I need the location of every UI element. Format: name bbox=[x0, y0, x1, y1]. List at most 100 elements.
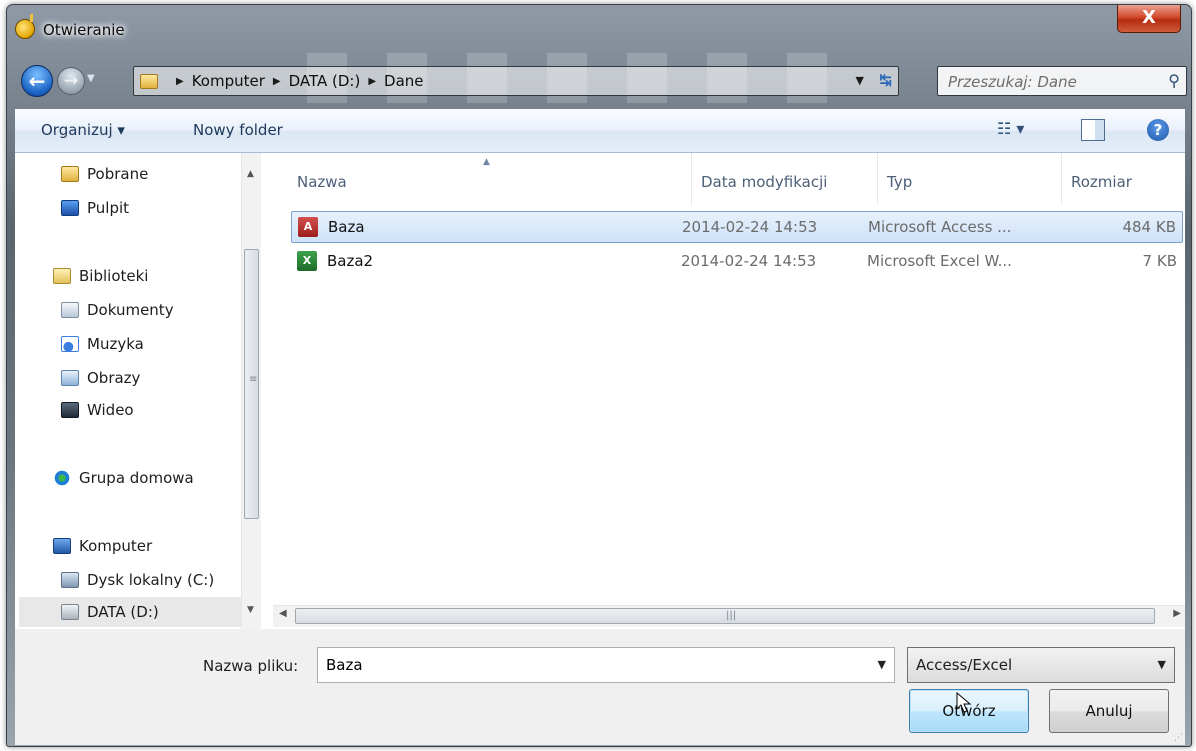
help-icon[interactable]: ? bbox=[1147, 119, 1169, 141]
search-icon[interactable]: ⚲ bbox=[1168, 71, 1180, 90]
sidebar-item-muzyka[interactable]: Muzyka bbox=[61, 335, 144, 353]
open-dialog-window: Otwieranie X ← → ▼ ▶ Komputer ▶ DATA (D:… bbox=[6, 4, 1192, 747]
forward-arrow-icon: → bbox=[63, 71, 79, 91]
back-button[interactable]: ← bbox=[21, 65, 53, 97]
filename-label: Nazwa pliku: bbox=[203, 657, 299, 675]
filename-input[interactable] bbox=[324, 655, 854, 675]
sidebar-item-biblioteki[interactable]: Biblioteki bbox=[53, 267, 148, 285]
sidebar-item-label: DATA (D:) bbox=[87, 603, 159, 621]
access-file-icon: A bbox=[298, 217, 318, 237]
app-icon bbox=[15, 14, 35, 39]
chevron-down-icon[interactable]: ▼ bbox=[878, 658, 886, 671]
sidebar-item-label: Biblioteki bbox=[79, 267, 149, 285]
chevron-right-icon[interactable]: ▶ bbox=[273, 76, 281, 87]
sidebar-item-label: Pulpit bbox=[87, 199, 130, 217]
column-size[interactable]: Rozmiar bbox=[1071, 173, 1132, 191]
column-divider[interactable] bbox=[1061, 153, 1062, 205]
file-row-baza2[interactable]: X Baza2 2014-02-24 14:53 Microsoft Excel… bbox=[291, 245, 1183, 277]
column-headers: ▲ Nazwa Data modyfikacji Typ Rozmiar bbox=[273, 153, 1185, 205]
sidebar-item-label: Pobrane bbox=[87, 165, 149, 183]
column-name[interactable]: Nazwa bbox=[297, 173, 347, 191]
title-bar[interactable]: Otwieranie X bbox=[7, 5, 1191, 51]
window-title: Otwieranie bbox=[43, 21, 125, 39]
scrollbar-thumb[interactable]: ≡ bbox=[244, 249, 259, 519]
sidebar-item-label: Komputer bbox=[79, 537, 153, 555]
computer-icon bbox=[53, 538, 71, 554]
scrollbar-thumb[interactable]: ||| bbox=[295, 608, 1155, 624]
sidebar-item-label: Muzyka bbox=[87, 335, 144, 353]
scroll-right-icon[interactable]: ▶ bbox=[1173, 608, 1181, 619]
sidebar-item-komputer[interactable]: Komputer bbox=[53, 537, 152, 555]
sidebar-item-obrazy[interactable]: Obrazy bbox=[61, 369, 140, 387]
pictures-icon bbox=[61, 370, 79, 386]
column-divider[interactable] bbox=[691, 153, 692, 205]
resize-grip-icon[interactable]: ⋰ bbox=[1174, 733, 1183, 743]
scroll-up-icon[interactable]: ▲ bbox=[247, 169, 254, 179]
forward-button[interactable]: → bbox=[57, 67, 85, 95]
local-disk-icon bbox=[61, 572, 79, 588]
search-box[interactable]: ⚲ bbox=[937, 66, 1187, 96]
documents-icon bbox=[61, 302, 79, 318]
sidebar-item-label: Dokumenty bbox=[87, 301, 174, 319]
back-arrow-icon: ← bbox=[28, 69, 46, 93]
scroll-left-icon[interactable]: ◀ bbox=[279, 608, 287, 619]
filetype-value: Access/Excel bbox=[916, 656, 1013, 674]
breadcrumb-data-d[interactable]: DATA (D:) bbox=[289, 72, 361, 90]
mouse-cursor-icon bbox=[956, 692, 972, 713]
file-name: Baza bbox=[328, 218, 365, 236]
chevron-right-icon[interactable]: ▶ bbox=[368, 76, 376, 87]
address-bar[interactable]: ▶ Komputer ▶ DATA (D:) ▶ Dane ▼ ↹ bbox=[133, 66, 899, 96]
filename-combobox[interactable]: ▼ bbox=[317, 647, 895, 683]
horizontal-scrollbar[interactable]: ◀ ||| ▶ bbox=[273, 605, 1185, 627]
navigation-scrollbar[interactable]: ▲ ≡ ▼ bbox=[241, 153, 261, 629]
address-dropdown-icon[interactable]: ▼ bbox=[856, 74, 864, 87]
file-size: 7 KB bbox=[1142, 252, 1177, 270]
file-size: 484 KB bbox=[1122, 218, 1176, 236]
video-icon bbox=[61, 402, 79, 418]
chevron-down-icon[interactable]: ▼ bbox=[1158, 658, 1166, 671]
new-folder-button[interactable]: Nowy folder bbox=[193, 121, 283, 139]
view-options-icon[interactable]: ☷ ▾ bbox=[997, 119, 1037, 143]
file-row-baza[interactable]: A Baza 2014-02-24 14:53 Microsoft Access… bbox=[291, 211, 1183, 243]
downloads-folder-icon bbox=[61, 166, 79, 182]
close-button[interactable]: X bbox=[1117, 5, 1181, 33]
filetype-select[interactable]: Access/Excel ▼ bbox=[907, 647, 1175, 683]
file-type: Microsoft Excel W... bbox=[867, 252, 1012, 270]
file-date: 2014-02-24 14:53 bbox=[682, 218, 818, 236]
libraries-icon bbox=[53, 268, 71, 284]
folder-icon bbox=[140, 73, 158, 89]
file-date: 2014-02-24 14:53 bbox=[681, 252, 817, 270]
scroll-down-icon[interactable]: ▼ bbox=[247, 605, 254, 615]
recent-locations-dropdown[interactable]: ▼ bbox=[87, 73, 97, 85]
grip-icon: ||| bbox=[726, 610, 737, 621]
column-type[interactable]: Typ bbox=[887, 173, 912, 191]
sidebar-item-pobrane[interactable]: Pobrane bbox=[61, 165, 148, 183]
sidebar-item-data-d[interactable]: DATA (D:) bbox=[19, 597, 241, 627]
file-list-pane: ▲ Nazwa Data modyfikacji Typ Rozmiar A B… bbox=[273, 153, 1185, 629]
cancel-button[interactable]: Anuluj bbox=[1049, 689, 1169, 733]
preview-pane-icon[interactable] bbox=[1081, 119, 1105, 141]
chevron-right-icon[interactable]: ▶ bbox=[176, 76, 184, 87]
sidebar-item-wideo[interactable]: Wideo bbox=[61, 401, 134, 419]
organize-button[interactable]: Organizuj ▾ bbox=[41, 121, 125, 139]
sidebar-item-label: Wideo bbox=[87, 401, 134, 419]
sort-ascending-icon: ▲ bbox=[483, 157, 490, 167]
file-type: Microsoft Access ... bbox=[868, 218, 1012, 236]
dialog-footer: Nazwa pliku: ▼ Access/Excel ▼ Otwórz Anu… bbox=[15, 629, 1185, 745]
homegroup-icon bbox=[53, 470, 71, 486]
sidebar-item-dokumenty[interactable]: Dokumenty bbox=[61, 301, 174, 319]
sidebar-item-label: Grupa domowa bbox=[79, 469, 194, 487]
sidebar-item-label: Obrazy bbox=[87, 369, 141, 387]
sidebar-item-grupa-domowa[interactable]: Grupa domowa bbox=[53, 469, 194, 487]
search-input[interactable] bbox=[946, 72, 1146, 92]
content-area: Pobrane Pulpit Biblioteki Dokumenty Muzy… bbox=[15, 153, 1185, 629]
breadcrumb-komputer[interactable]: Komputer bbox=[192, 72, 265, 90]
refresh-icon[interactable]: ↹ bbox=[879, 71, 892, 89]
column-divider[interactable] bbox=[877, 153, 878, 205]
column-date-modified[interactable]: Data modyfikacji bbox=[701, 173, 827, 191]
navigation-pane: Pobrane Pulpit Biblioteki Dokumenty Muzy… bbox=[15, 153, 261, 629]
breadcrumb-dane[interactable]: Dane bbox=[384, 72, 423, 90]
sidebar-item-label: Dysk lokalny (C:) bbox=[87, 571, 215, 589]
sidebar-item-pulpit[interactable]: Pulpit bbox=[61, 199, 129, 217]
sidebar-item-dysk-lokalny[interactable]: Dysk lokalny (C:) bbox=[61, 571, 214, 589]
